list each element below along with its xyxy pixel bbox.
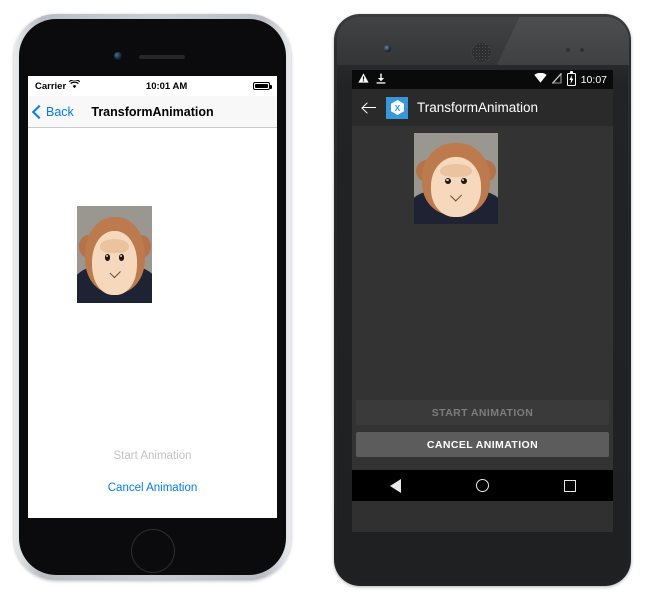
nav-recents-icon[interactable] bbox=[563, 479, 576, 492]
android-navigation-bar bbox=[352, 470, 613, 501]
monkey-image bbox=[414, 133, 498, 224]
proximity-sensor-icon bbox=[566, 48, 570, 52]
svg-text:X: X bbox=[394, 103, 400, 113]
android-content-area: START ANIMATION CANCEL ANIMATION bbox=[352, 126, 613, 470]
device-comparison-stage: Carrier 10:01 AM Back TransformAnimation… bbox=[0, 0, 649, 600]
cancel-animation-button[interactable]: CANCEL ANIMATION bbox=[356, 432, 609, 457]
battery-full-icon bbox=[253, 82, 272, 90]
battery-charging-icon bbox=[566, 71, 576, 86]
home-button[interactable] bbox=[130, 529, 175, 573]
android-clock: 10:07 bbox=[580, 73, 607, 86]
light-sensor-icon bbox=[580, 48, 584, 52]
front-camera-icon bbox=[384, 45, 391, 52]
xamarin-logo-icon: X bbox=[386, 96, 408, 119]
android-status-bar: 10:07 bbox=[352, 70, 613, 89]
android-screen: 10:07 X TransformAnimation START ANIMATI… bbox=[352, 70, 613, 532]
earpiece-speaker-icon bbox=[471, 42, 492, 63]
monkey-image bbox=[77, 206, 152, 303]
iphone-screen: Carrier 10:01 AM Back TransformAnimation… bbox=[28, 76, 277, 518]
cancel-animation-button[interactable]: Cancel Animation bbox=[28, 472, 277, 504]
chevron-left-icon bbox=[31, 104, 47, 119]
earpiece-speaker-icon bbox=[139, 55, 185, 59]
warning-triangle-icon bbox=[358, 73, 369, 86]
ios-button-group: Start Animation Cancel Animation bbox=[28, 440, 277, 504]
carrier-label: Carrier bbox=[35, 80, 67, 92]
ios-navigation-bar: Back TransformAnimation bbox=[28, 96, 277, 128]
android-app-bar: X TransformAnimation bbox=[352, 89, 613, 126]
start-animation-button[interactable]: Start Animation bbox=[28, 440, 277, 472]
front-camera-icon bbox=[114, 52, 122, 60]
nav-back-icon[interactable] bbox=[389, 478, 401, 493]
android-device-frame: 10:07 X TransformAnimation START ANIMATI… bbox=[334, 14, 631, 586]
signal-off-icon bbox=[551, 71, 562, 87]
arrow-back-icon[interactable] bbox=[361, 100, 377, 116]
back-button[interactable]: Back bbox=[28, 104, 74, 119]
app-title: TransformAnimation bbox=[417, 100, 539, 115]
download-icon bbox=[376, 73, 386, 87]
nav-home-icon[interactable] bbox=[475, 479, 489, 492]
android-button-group: START ANIMATION CANCEL ANIMATION bbox=[352, 400, 613, 464]
ios-clock: 10:01 AM bbox=[145, 80, 188, 92]
wifi-icon bbox=[68, 79, 81, 92]
ios-status-bar: Carrier 10:01 AM bbox=[28, 76, 277, 96]
iphone-device-frame: Carrier 10:01 AM Back TransformAnimation… bbox=[14, 14, 291, 580]
start-animation-button[interactable]: START ANIMATION bbox=[356, 400, 609, 425]
ios-content-area: Start Animation Cancel Animation bbox=[28, 128, 277, 518]
back-button-label: Back bbox=[46, 104, 74, 119]
wifi-icon bbox=[534, 72, 547, 86]
